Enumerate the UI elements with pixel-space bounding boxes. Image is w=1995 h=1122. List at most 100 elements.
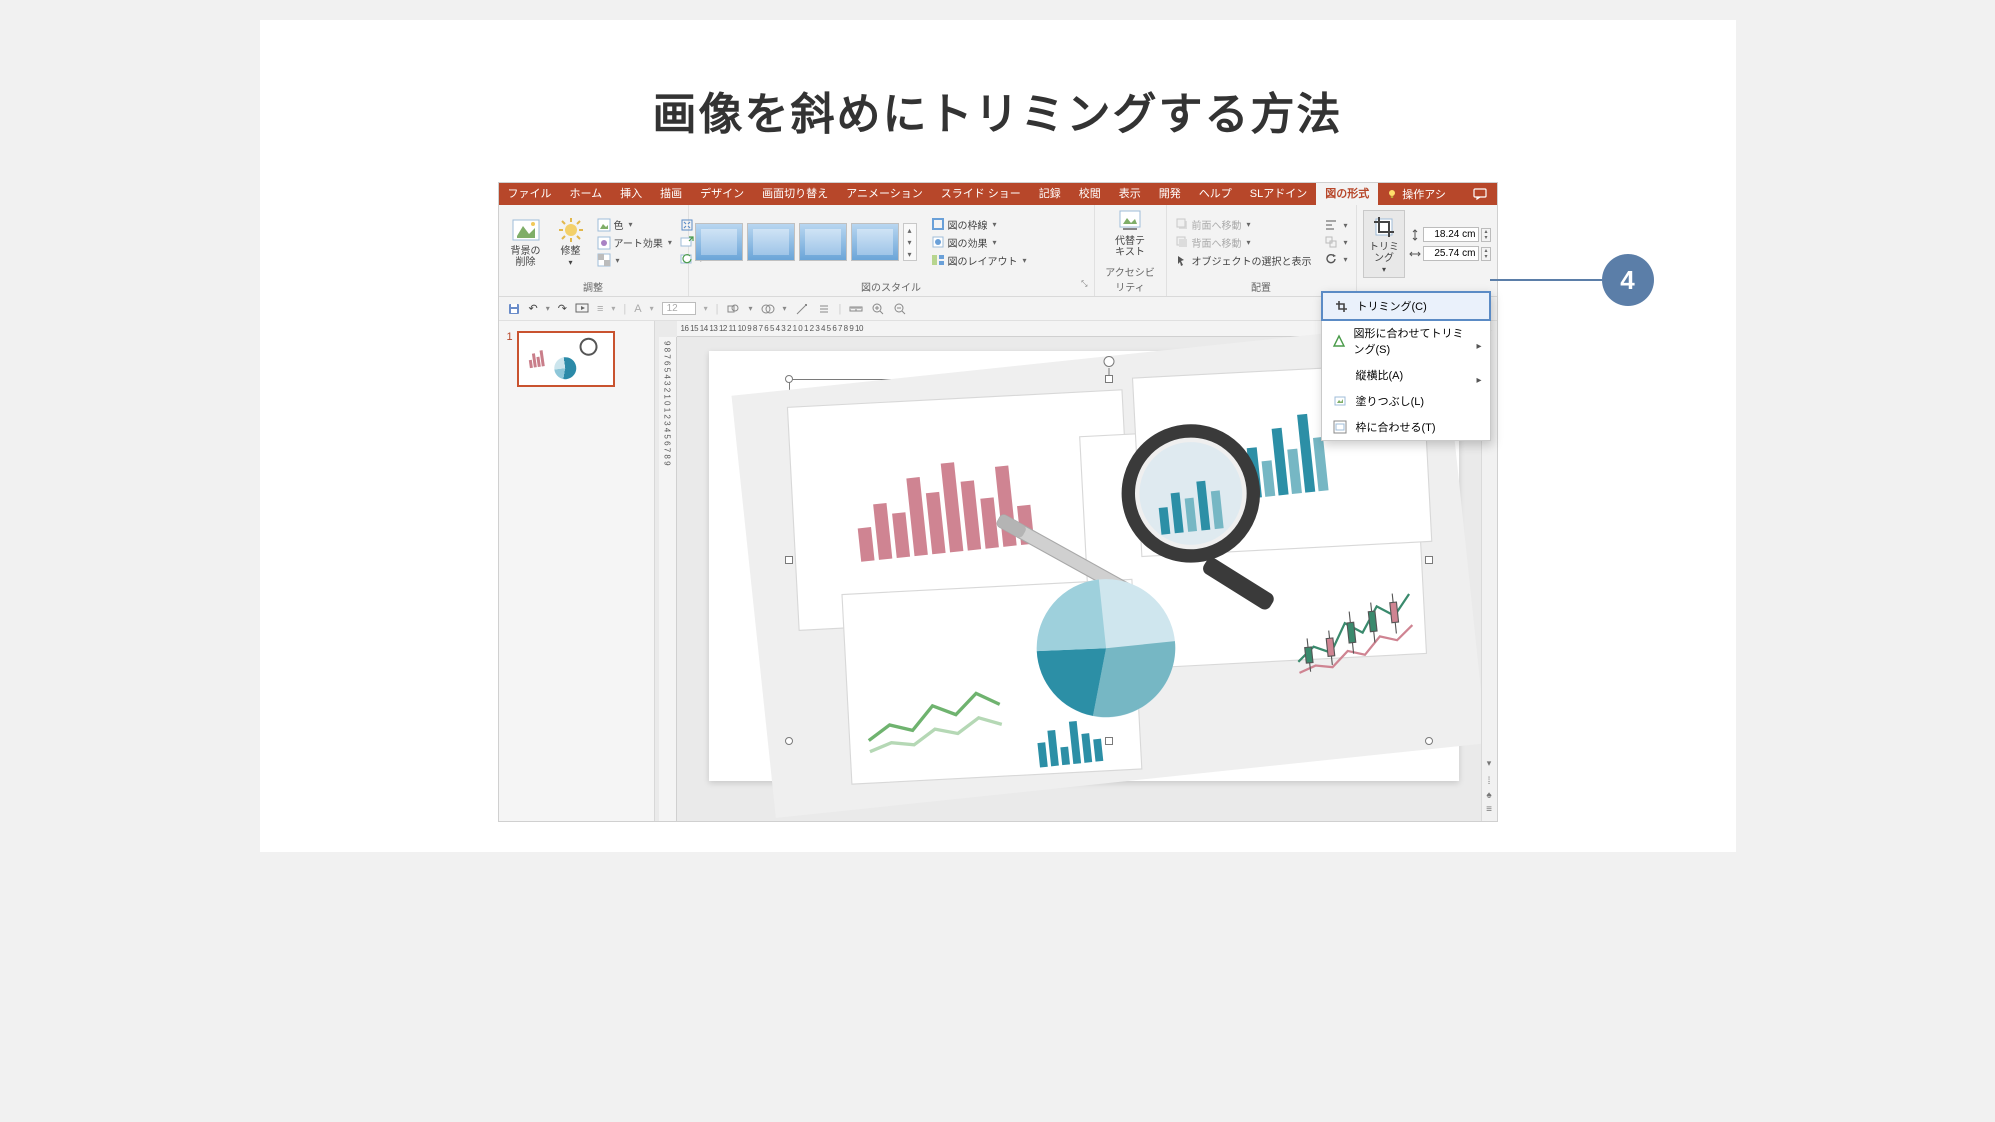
resize-handle-bc[interactable] — [1105, 737, 1113, 745]
scroll-down-icon[interactable]: ▾ — [1482, 756, 1497, 771]
group-button[interactable] — [1322, 234, 1349, 250]
slide-navigation-icons[interactable]: ⁞♠≡ — [1482, 771, 1497, 821]
resize-handle-tc[interactable] — [1105, 375, 1113, 383]
rotate-button[interactable] — [1322, 251, 1349, 267]
tab-design[interactable]: デザイン — [691, 183, 753, 205]
callout-line — [1490, 279, 1602, 281]
align-icon — [1324, 218, 1338, 232]
alt-text-button[interactable]: 代替テ キスト — [1109, 204, 1151, 262]
callout-number-badge: 4 — [1602, 254, 1654, 306]
transparency-button[interactable] — [595, 252, 674, 268]
brightness-icon — [557, 216, 585, 244]
eyedropper-icon[interactable] — [795, 302, 809, 316]
tab-slideshow[interactable]: スライド ショー — [932, 183, 1030, 205]
remove-background-icon — [511, 216, 541, 244]
resize-handle-ml[interactable] — [785, 556, 793, 564]
resize-handle-tl[interactable] — [785, 375, 793, 383]
crop-icon — [1371, 214, 1397, 240]
save-icon[interactable] — [507, 302, 521, 316]
zoom-out-icon[interactable] — [893, 302, 907, 316]
crop-dropdown-menu: トリミング(C) 図形に合わせてトリミング(S) 縦横比(A) 塗りつぶし(L)… — [1321, 291, 1491, 441]
transparency-icon — [597, 253, 611, 267]
picture-layout-button[interactable]: 図のレイアウト — [929, 252, 1029, 269]
page-title: 画像を斜めにトリミングする方法 — [260, 20, 1736, 182]
tab-insert[interactable]: 挿入 — [611, 183, 651, 205]
style-gallery-more[interactable]: ▴▾▾ — [903, 223, 917, 261]
crop-menu-icon — [1333, 298, 1349, 314]
resize-handle-br[interactable] — [1425, 737, 1433, 745]
layout-icon — [931, 253, 945, 267]
tab-animations[interactable]: アニメーション — [837, 183, 932, 205]
redo-button[interactable]: ↷ — [558, 302, 567, 315]
menu-crop-to-shape[interactable]: 図形に合わせてトリミング(S) — [1322, 320, 1490, 362]
tab-sladdins[interactable]: SLアドイン — [1241, 183, 1316, 205]
undo-button[interactable]: ↶ — [529, 302, 538, 315]
font-size-box[interactable]: 12 — [662, 302, 696, 315]
slideshow-from-start-icon[interactable] — [575, 302, 589, 316]
tab-file[interactable]: ファイル — [499, 183, 561, 205]
send-backward-icon — [1175, 235, 1189, 249]
selection-list-icon[interactable] — [817, 302, 831, 316]
tab-review[interactable]: 校閲 — [1070, 183, 1110, 205]
style-preset-3[interactable] — [799, 223, 847, 261]
tab-draw[interactable]: 描画 — [651, 183, 691, 205]
menu-fill-label: 塗りつぶし(L) — [1356, 393, 1425, 409]
remove-background-button[interactable]: 背景の 削除 — [505, 212, 547, 272]
width-icon — [1409, 248, 1421, 260]
align-button[interactable] — [1322, 217, 1349, 233]
width-input[interactable] — [1423, 246, 1479, 261]
selection-pane-button[interactable]: オブジェクトの選択と表示 — [1173, 252, 1319, 269]
ruler-icon[interactable] — [849, 302, 863, 316]
height-icon — [1409, 229, 1421, 241]
zoom-in-icon[interactable] — [871, 302, 885, 316]
corrections-button[interactable]: 修整▾ — [551, 212, 591, 272]
tell-me-label: 操作アシ — [1402, 186, 1446, 202]
group-arrange: 前面へ移動 背面へ移動 オブジェクトの選択と表示 — [1167, 205, 1357, 296]
step-callout: 4 — [1490, 254, 1654, 306]
bring-forward-button[interactable]: 前面へ移動 — [1173, 216, 1319, 233]
crop-button[interactable]: トリミング▾ — [1363, 210, 1406, 279]
tab-developer[interactable]: 開発 — [1150, 183, 1190, 205]
height-spinner[interactable]: ▴▾ — [1481, 228, 1490, 242]
tab-transitions[interactable]: 画面切り替え — [753, 183, 837, 205]
shapes-icon[interactable] — [726, 302, 740, 316]
send-backward-button[interactable]: 背面へ移動 — [1173, 234, 1319, 251]
tab-view[interactable]: 表示 — [1110, 183, 1150, 205]
menu-aspect-ratio[interactable]: 縦横比(A) — [1322, 362, 1490, 388]
tab-picture-format[interactable]: 図の形式 — [1316, 183, 1378, 205]
artistic-effects-button[interactable]: アート効果 — [595, 234, 674, 251]
tutorial-slide: 画像を斜めにトリミングする方法 ファイル ホーム 挿入 描画 デザイン 画面切り… — [260, 20, 1736, 852]
picture-effects-button[interactable]: 図の効果 — [929, 234, 1029, 251]
artistic-icon — [597, 236, 611, 250]
picture-styles-group-label: 図のスタイル⤡ — [695, 277, 1088, 296]
color-button[interactable]: 色 — [595, 216, 674, 233]
lightbulb-icon — [1386, 188, 1398, 200]
width-field[interactable]: ▴▾ — [1409, 246, 1490, 261]
picture-border-button[interactable]: 図の枠線 — [929, 216, 1029, 233]
menu-fit[interactable]: 枠に合わせる(T) — [1322, 414, 1490, 440]
bullets-button[interactable]: ≡ — [597, 303, 603, 315]
slide-thumbnail-1[interactable] — [517, 331, 615, 387]
tab-help[interactable]: ヘルプ — [1190, 183, 1241, 205]
style-preset-4[interactable] — [851, 223, 899, 261]
style-preset-1[interactable] — [695, 223, 743, 261]
tell-me-search[interactable]: 操作アシ — [1378, 183, 1454, 205]
font-color-button[interactable]: A — [634, 303, 641, 315]
shape-merge-icon[interactable] — [761, 302, 775, 316]
menu-crop[interactable]: トリミング(C) — [1321, 291, 1491, 321]
slide-thumbnail-pane: 1 — [499, 321, 655, 821]
menu-fill[interactable]: 塗りつぶし(L) — [1322, 388, 1490, 414]
picture-layout-label: 図のレイアウト — [948, 253, 1018, 268]
powerpoint-window: ファイル ホーム 挿入 描画 デザイン 画面切り替え アニメーション スライド … — [498, 182, 1498, 822]
style-preset-2[interactable] — [747, 223, 795, 261]
tab-home[interactable]: ホーム — [561, 183, 612, 205]
menu-fit-label: 枠に合わせる(T) — [1356, 419, 1436, 435]
rotation-handle[interactable] — [1103, 356, 1114, 367]
height-field[interactable]: ▴▾ — [1409, 227, 1490, 242]
resize-handle-bl[interactable] — [785, 737, 793, 745]
resize-handle-mr[interactable] — [1425, 556, 1433, 564]
tab-record[interactable]: 記録 — [1030, 183, 1070, 205]
effects-icon — [931, 235, 945, 249]
comments-button[interactable] — [1463, 183, 1497, 205]
height-input[interactable] — [1423, 227, 1479, 242]
